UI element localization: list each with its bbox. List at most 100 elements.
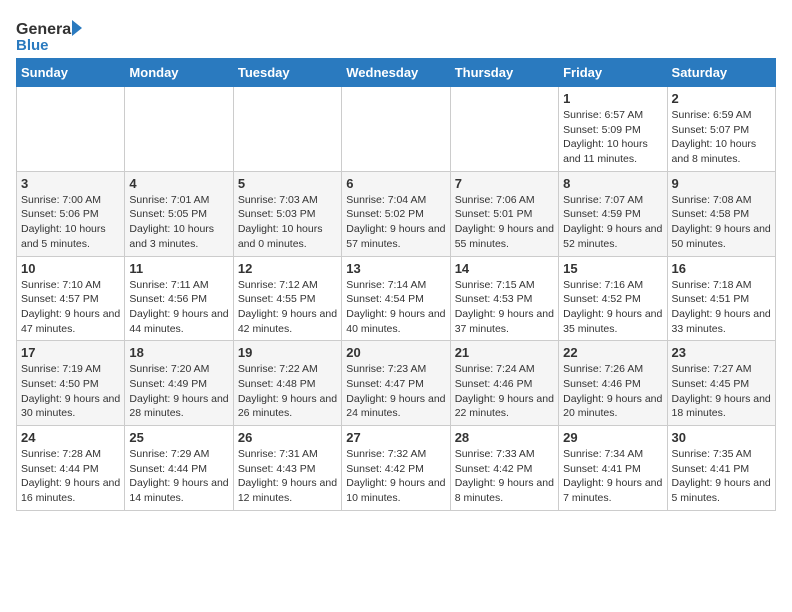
day-info: Sunrise: 7:12 AMSunset: 4:55 PMDaylight:… [238,278,337,337]
calendar-cell: 8 Sunrise: 7:07 AMSunset: 4:59 PMDaylight… [559,171,667,256]
column-header-sunday: Sunday [17,59,125,87]
day-number: 27 [346,430,445,445]
day-number: 7 [455,176,554,191]
calendar-cell: 25 Sunrise: 7:29 AMSunset: 4:44 PMDayligh… [125,426,233,511]
day-number: 4 [129,176,228,191]
day-number: 28 [455,430,554,445]
logo-svg: GeneralBlue [16,16,86,54]
column-header-thursday: Thursday [450,59,558,87]
calendar-cell: 17 Sunrise: 7:19 AMSunset: 4:50 PMDayligh… [17,341,125,426]
calendar-cell: 21 Sunrise: 7:24 AMSunset: 4:46 PMDayligh… [450,341,558,426]
day-number: 22 [563,345,662,360]
header: GeneralBlue [16,16,776,54]
calendar-cell: 19 Sunrise: 7:22 AMSunset: 4:48 PMDayligh… [233,341,341,426]
calendar-cell: 9 Sunrise: 7:08 AMSunset: 4:58 PMDaylight… [667,171,775,256]
day-number: 9 [672,176,771,191]
day-info: Sunrise: 7:28 AMSunset: 4:44 PMDaylight:… [21,447,120,506]
calendar-cell: 22 Sunrise: 7:26 AMSunset: 4:46 PMDayligh… [559,341,667,426]
calendar-cell: 11 Sunrise: 7:11 AMSunset: 4:56 PMDayligh… [125,256,233,341]
calendar-cell: 7 Sunrise: 7:06 AMSunset: 5:01 PMDaylight… [450,171,558,256]
day-number: 2 [672,91,771,106]
calendar-cell: 6 Sunrise: 7:04 AMSunset: 5:02 PMDaylight… [342,171,450,256]
week-row-2: 3 Sunrise: 7:00 AMSunset: 5:06 PMDaylight… [17,171,776,256]
day-number: 14 [455,261,554,276]
day-info: Sunrise: 7:29 AMSunset: 4:44 PMDaylight:… [129,447,228,506]
day-info: Sunrise: 7:15 AMSunset: 4:53 PMDaylight:… [455,278,554,337]
calendar-cell: 15 Sunrise: 7:16 AMSunset: 4:52 PMDayligh… [559,256,667,341]
day-info: Sunrise: 7:10 AMSunset: 4:57 PMDaylight:… [21,278,120,337]
day-info: Sunrise: 7:11 AMSunset: 4:56 PMDaylight:… [129,278,228,337]
day-number: 18 [129,345,228,360]
day-number: 15 [563,261,662,276]
day-info: Sunrise: 7:19 AMSunset: 4:50 PMDaylight:… [21,362,120,421]
calendar-cell: 14 Sunrise: 7:15 AMSunset: 4:53 PMDayligh… [450,256,558,341]
column-header-saturday: Saturday [667,59,775,87]
day-info: Sunrise: 7:35 AMSunset: 4:41 PMDaylight:… [672,447,771,506]
calendar-cell: 24 Sunrise: 7:28 AMSunset: 4:44 PMDayligh… [17,426,125,511]
calendar-cell: 12Sunrise: 7:12 AMSunset: 4:55 PMDayligh… [233,256,341,341]
day-info: Sunrise: 7:20 AMSunset: 4:49 PMDaylight:… [129,362,228,421]
day-info: Sunrise: 7:23 AMSunset: 4:47 PMDaylight:… [346,362,445,421]
column-header-wednesday: Wednesday [342,59,450,87]
day-info: Sunrise: 7:08 AMSunset: 4:58 PMDaylight:… [672,193,771,252]
day-number: 29 [563,430,662,445]
calendar-cell: 16Sunrise: 7:18 AMSunset: 4:51 PMDayligh… [667,256,775,341]
day-info: Sunrise: 7:06 AMSunset: 5:01 PMDaylight:… [455,193,554,252]
day-info: Sunrise: 7:32 AMSunset: 4:42 PMDaylight:… [346,447,445,506]
calendar-cell [17,87,125,172]
day-info: Sunrise: 7:34 AMSunset: 4:41 PMDaylight:… [563,447,662,506]
day-number: 21 [455,345,554,360]
calendar-cell: 10Sunrise: 7:10 AMSunset: 4:57 PMDayligh… [17,256,125,341]
day-number: 19 [238,345,337,360]
calendar-cell: 26 Sunrise: 7:31 AMSunset: 4:43 PMDayligh… [233,426,341,511]
calendar-cell: 2 Sunrise: 6:59 AMSunset: 5:07 PMDaylight… [667,87,775,172]
day-number: 17 [21,345,120,360]
day-number: 11 [129,261,228,276]
day-number: 3 [21,176,120,191]
day-info: Sunrise: 6:57 AMSunset: 5:09 PMDaylight:… [563,108,662,167]
day-number: 1 [563,91,662,106]
day-info: Sunrise: 6:59 AMSunset: 5:07 PMDaylight:… [672,108,771,167]
day-info: Sunrise: 7:22 AMSunset: 4:48 PMDaylight:… [238,362,337,421]
day-info: Sunrise: 7:07 AMSunset: 4:59 PMDaylight:… [563,193,662,252]
calendar-cell: 3 Sunrise: 7:00 AMSunset: 5:06 PMDaylight… [17,171,125,256]
day-info: Sunrise: 7:00 AMSunset: 5:06 PMDaylight:… [21,193,120,252]
day-info: Sunrise: 7:04 AMSunset: 5:02 PMDaylight:… [346,193,445,252]
calendar-cell: 1 Sunrise: 6:57 AMSunset: 5:09 PMDaylight… [559,87,667,172]
calendar-cell: 29 Sunrise: 7:34 AMSunset: 4:41 PMDayligh… [559,426,667,511]
day-number: 24 [21,430,120,445]
calendar-cell: 28 Sunrise: 7:33 AMSunset: 4:42 PMDayligh… [450,426,558,511]
day-info: Sunrise: 7:26 AMSunset: 4:46 PMDaylight:… [563,362,662,421]
day-number: 5 [238,176,337,191]
column-header-tuesday: Tuesday [233,59,341,87]
week-row-1: 1 Sunrise: 6:57 AMSunset: 5:09 PMDaylight… [17,87,776,172]
day-info: Sunrise: 7:33 AMSunset: 4:42 PMDaylight:… [455,447,554,506]
week-row-4: 17 Sunrise: 7:19 AMSunset: 4:50 PMDayligh… [17,341,776,426]
calendar-cell: 18 Sunrise: 7:20 AMSunset: 4:49 PMDayligh… [125,341,233,426]
day-number: 8 [563,176,662,191]
day-info: Sunrise: 7:01 AMSunset: 5:05 PMDaylight:… [129,193,228,252]
calendar-cell [233,87,341,172]
calendar-header-row: SundayMondayTuesdayWednesdayThursdayFrid… [17,59,776,87]
calendar-cell: 13 Sunrise: 7:14 AMSunset: 4:54 PMDayligh… [342,256,450,341]
day-number: 6 [346,176,445,191]
day-info: Sunrise: 7:24 AMSunset: 4:46 PMDaylight:… [455,362,554,421]
calendar-cell: 4 Sunrise: 7:01 AMSunset: 5:05 PMDaylight… [125,171,233,256]
calendar-cell [125,87,233,172]
logo: GeneralBlue [16,16,86,54]
day-info: Sunrise: 7:31 AMSunset: 4:43 PMDaylight:… [238,447,337,506]
day-info: Sunrise: 7:14 AMSunset: 4:54 PMDaylight:… [346,278,445,337]
column-header-monday: Monday [125,59,233,87]
day-info: Sunrise: 7:16 AMSunset: 4:52 PMDaylight:… [563,278,662,337]
calendar-table: SundayMondayTuesdayWednesdayThursdayFrid… [16,58,776,511]
week-row-5: 24 Sunrise: 7:28 AMSunset: 4:44 PMDayligh… [17,426,776,511]
day-number: 26 [238,430,337,445]
svg-text:Blue: Blue [16,37,49,54]
day-number: 16 [672,261,771,276]
day-number: 13 [346,261,445,276]
day-number: 20 [346,345,445,360]
calendar-cell [450,87,558,172]
calendar-cell [342,87,450,172]
day-number: 25 [129,430,228,445]
week-row-3: 10Sunrise: 7:10 AMSunset: 4:57 PMDayligh… [17,256,776,341]
